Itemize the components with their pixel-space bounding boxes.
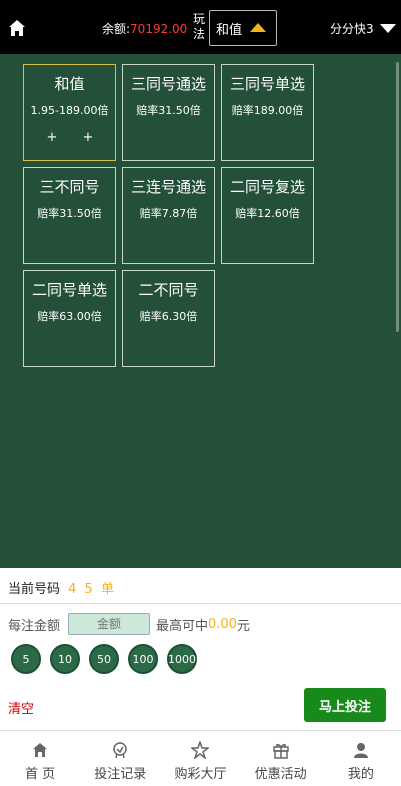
nav-home[interactable]: 首 页 — [0, 731, 80, 786]
user-icon — [353, 743, 368, 758]
chip-50[interactable]: 50 — [89, 644, 119, 674]
chip-100[interactable]: 100 — [128, 644, 158, 674]
current-numbers-label: 当前号码 — [8, 582, 61, 597]
play-label: 玩法 — [193, 12, 206, 41]
option-ertong-fuxuan[interactable]: 二同号复选 赔率12.60倍 — [221, 167, 314, 264]
max-win-value: 0.00 — [208, 616, 237, 632]
balance: 余额:70192.00 — [102, 20, 187, 37]
balance-label: 余额: — [102, 22, 131, 36]
chip-10[interactable]: 10 — [50, 644, 80, 674]
amount-row: 每注金额 最高可中0.00元 — [8, 613, 250, 635]
option-name: 三同号通选 — [130, 75, 206, 93]
nav-label: 优惠活动 — [254, 767, 307, 782]
play-type-select[interactable]: 和值 — [209, 10, 277, 46]
chip-5[interactable]: 5 — [11, 644, 41, 674]
triangle-up-icon — [250, 23, 266, 32]
play-options-area: 和值 1.95-189.00倍 + + 三同号通选 赔率31.50倍 三同号单选… — [0, 54, 401, 568]
bet-panel: 当前号码 4 5 单 每注金额 最高可中0.00元 5 10 50 100 10… — [0, 568, 401, 730]
option-name: 三连号通选 — [130, 178, 206, 196]
option-sanlian-tongxuan[interactable]: 三连号通选 赔率7.87倍 — [122, 167, 215, 264]
option-odds: 赔率63.00倍 — [37, 310, 102, 323]
balance-value: 70192.00 — [130, 22, 188, 36]
option-santong-tongxuan[interactable]: 三同号通选 赔率31.50倍 — [122, 64, 215, 161]
bottom-nav: 首 页 投注记录 购彩大厅 优惠活动 我的 — [0, 730, 401, 786]
gift-icon — [272, 743, 289, 759]
max-win-unit: 元 — [236, 618, 250, 634]
max-win-label: 最高可中 — [156, 618, 209, 634]
option-ertong-danxuan[interactable]: 二同号单选 赔率63.00倍 — [23, 270, 116, 367]
game-switch[interactable]: 分分快3 — [330, 20, 396, 37]
clear-button[interactable]: 清空 — [8, 698, 34, 717]
nav-label: 购彩大厅 — [174, 767, 227, 782]
option-odds: 赔率189.00倍 — [231, 104, 304, 117]
plus-button-right[interactable]: + — [83, 130, 94, 145]
option-odds: 赔率12.60倍 — [235, 207, 300, 220]
star-icon — [191, 741, 210, 759]
plus-button-left[interactable]: + — [47, 130, 58, 145]
nav-profile[interactable]: 我的 — [321, 731, 401, 786]
nav-bet-records[interactable]: 投注记录 — [80, 731, 160, 786]
chip-row: 5 10 50 100 1000 — [11, 644, 197, 674]
option-odds: 赔率31.50倍 — [136, 104, 201, 117]
current-numbers-row: 当前号码 4 5 单 — [8, 578, 116, 597]
option-sanbutong[interactable]: 三不同号 赔率31.50倍 — [23, 167, 116, 264]
option-name: 和值 — [54, 75, 85, 93]
option-name: 二不同号 — [138, 281, 199, 299]
home-icon[interactable] — [8, 19, 26, 37]
divider — [0, 603, 401, 604]
option-odds: 赔率6.30倍 — [139, 310, 198, 323]
home-icon — [33, 743, 48, 757]
scrollbar[interactable] — [396, 62, 399, 332]
chip-1000[interactable]: 1000 — [167, 644, 197, 674]
option-erbutong[interactable]: 二不同号 赔率6.30倍 — [122, 270, 215, 367]
nav-lottery-hall[interactable]: 购彩大厅 — [160, 731, 240, 786]
option-odds: 赔率7.87倍 — [139, 207, 198, 220]
badge-icon — [113, 742, 128, 759]
submit-bet-button[interactable]: 马上投注 — [304, 688, 386, 722]
amount-input[interactable] — [68, 613, 151, 635]
option-name: 三同号单选 — [229, 75, 305, 93]
option-name: 三不同号 — [39, 178, 100, 196]
nav-label: 我的 — [347, 767, 374, 782]
amount-label: 每注金额 — [8, 618, 61, 634]
nav-label: 投注记录 — [94, 767, 147, 782]
option-odds: 1.95-189.00倍 — [30, 104, 109, 117]
game-name: 分分快3 — [330, 22, 374, 36]
top-bar: 余额:70192.00 玩法 和值 分分快3 — [0, 0, 401, 54]
current-numbers-value: 4 5 单 — [68, 582, 116, 597]
option-name: 二同号复选 — [229, 178, 305, 196]
option-odds: 赔率31.50倍 — [37, 207, 102, 220]
option-hezhi[interactable]: 和值 1.95-189.00倍 + + — [23, 64, 116, 161]
play-type-value: 和值 — [216, 22, 243, 38]
triangle-down-icon — [379, 24, 396, 33]
nav-promotions[interactable]: 优惠活动 — [241, 731, 321, 786]
nav-label: 首 页 — [25, 767, 56, 782]
option-name: 二同号单选 — [31, 281, 107, 299]
option-santong-danxuan[interactable]: 三同号单选 赔率189.00倍 — [221, 64, 314, 161]
